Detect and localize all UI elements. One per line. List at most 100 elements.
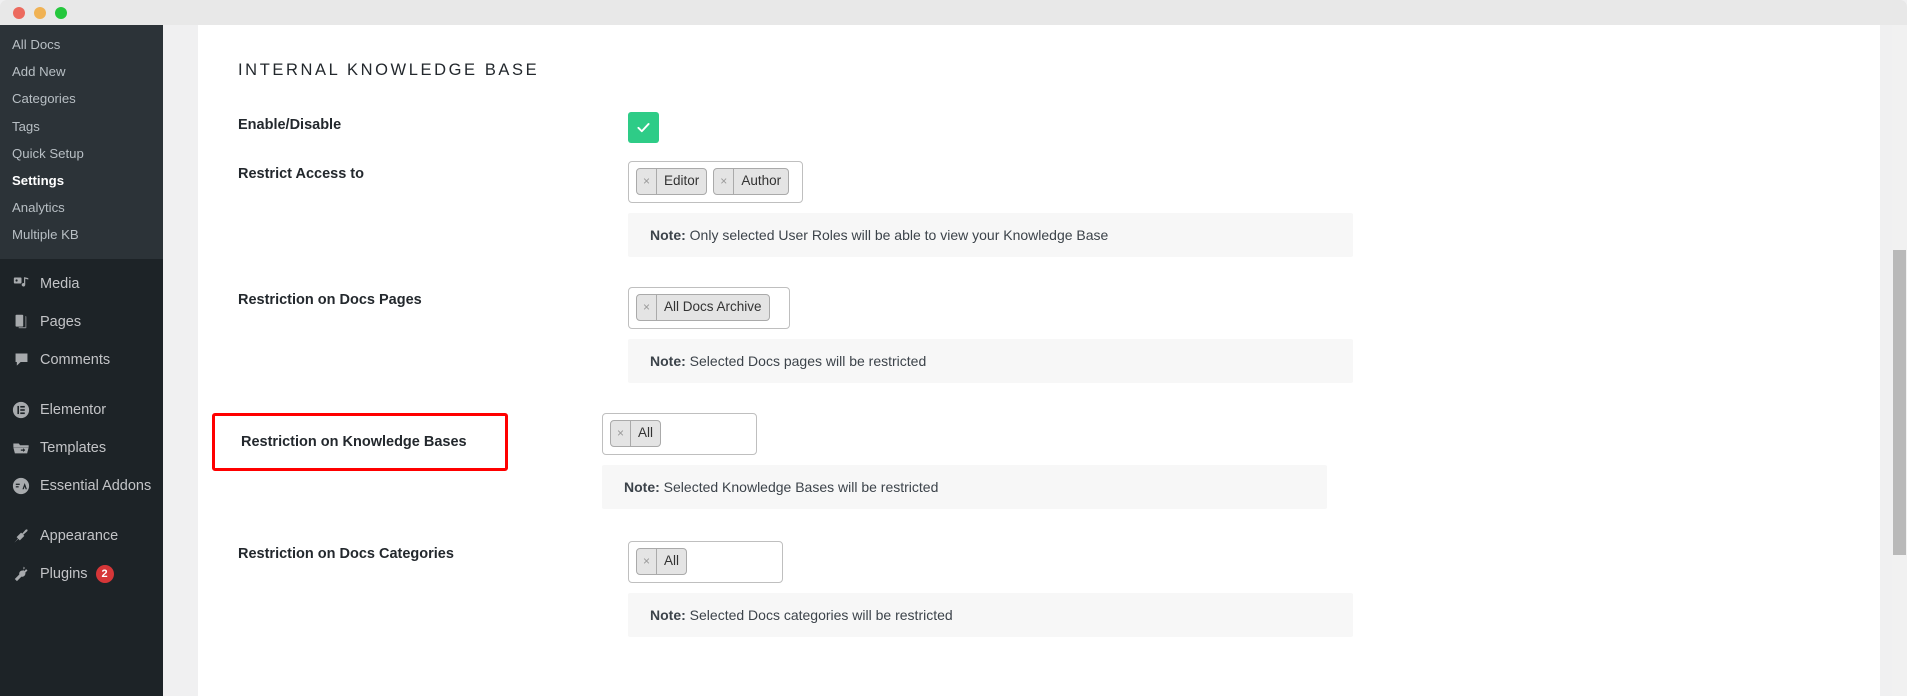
chip-label: All xyxy=(638,425,654,440)
sidebar-item-label: Appearance xyxy=(40,527,119,544)
app-window: All Docs Add New Categories Tags Quick S… xyxy=(0,0,1907,696)
sidebar-item-label: Settings xyxy=(12,173,65,189)
wp-main-menu: Media Pages Comments Elementor Templates… xyxy=(0,259,163,593)
chip-all-docs-archive[interactable]: × All Docs Archive xyxy=(636,294,770,321)
sidebar-item-label: Add New xyxy=(12,64,66,80)
sidebar-item-appearance[interactable]: Appearance xyxy=(0,517,163,555)
enable-disable-checkbox[interactable] xyxy=(628,112,659,143)
chip-author[interactable]: × Author xyxy=(713,168,790,195)
chip-remove-icon[interactable]: × xyxy=(637,169,658,194)
sidebar-item-analytics[interactable]: Analytics xyxy=(0,194,163,221)
chip-all[interactable]: × All xyxy=(610,420,662,447)
chip-remove-icon[interactable]: × xyxy=(637,295,658,320)
chip-remove-icon[interactable]: × xyxy=(611,421,632,446)
chip-label: All Docs Archive xyxy=(664,299,762,314)
field-control xyxy=(628,112,1880,143)
sidebar-item-label: Templates xyxy=(40,439,107,456)
sidebar-item-plugins[interactable]: Plugins 2 xyxy=(0,555,163,593)
field-row-enable-disable: Enable/Disable xyxy=(198,112,1880,143)
sidebar-item-label: Plugins xyxy=(40,565,88,582)
sidebar-item-label: Analytics xyxy=(12,200,65,216)
field-row-docs-categories: Restriction on Docs Categories × All Not… xyxy=(198,541,1880,637)
sidebar-item-quick-setup[interactable]: Quick Setup xyxy=(0,140,163,167)
docs-pages-multiselect[interactable]: × All Docs Archive xyxy=(628,287,790,329)
maximize-window-button[interactable] xyxy=(55,6,67,19)
window-controls xyxy=(13,6,67,19)
pages-icon xyxy=(11,312,31,332)
sidebar-item-add-new[interactable]: Add New xyxy=(0,58,163,85)
content-area: INTERNAL KNOWLEDGE BASE Enable/Disable R… xyxy=(163,25,1907,696)
sidebar-item-label: Multiple KB xyxy=(12,227,79,243)
note-text: Only selected User Roles will be able to… xyxy=(685,227,1109,243)
sidebar-item-tags[interactable]: Tags xyxy=(0,113,163,140)
check-icon xyxy=(637,122,650,133)
plugins-update-badge: 2 xyxy=(95,564,114,583)
sidebar-item-categories[interactable]: Categories xyxy=(0,85,163,112)
comments-icon xyxy=(11,350,31,370)
sidebar-item-label: All Docs xyxy=(12,37,61,52)
menu-divider xyxy=(0,379,163,391)
note-prefix: Note: xyxy=(624,479,660,495)
sidebar-item-comments[interactable]: Comments xyxy=(0,341,163,379)
chip-remove-icon[interactable]: × xyxy=(637,549,658,574)
field-label-highlighted: Restriction on Knowledge Bases xyxy=(212,413,508,471)
field-control: × All Docs Archive Note: Selected Docs p… xyxy=(628,287,1880,383)
note-text: Selected Docs categories will be restric… xyxy=(685,607,953,623)
sidebar-item-elementor[interactable]: Elementor xyxy=(0,391,163,429)
field-label: Restrict Access to xyxy=(238,166,364,182)
sidebar-item-templates[interactable]: Templates xyxy=(0,429,163,467)
field-control: × All Note: Selected Docs categories wil… xyxy=(628,541,1880,637)
note-text: Selected Docs pages will be restricted xyxy=(685,353,927,369)
note-prefix: Note: xyxy=(650,353,686,369)
note-prefix: Note: xyxy=(650,607,686,623)
plugins-icon xyxy=(11,564,31,584)
field-note: Note: Selected Knowledge Bases will be r… xyxy=(602,465,1327,509)
menu-divider xyxy=(0,505,163,517)
field-note: Note: Selected Docs pages will be restri… xyxy=(628,339,1353,383)
settings-card: INTERNAL KNOWLEDGE BASE Enable/Disable R… xyxy=(198,25,1880,696)
chip-label: All xyxy=(664,553,680,568)
sidebar-item-label: Categories xyxy=(12,91,76,107)
field-note: Note: Selected Docs categories will be r… xyxy=(628,593,1353,637)
templates-icon xyxy=(11,438,31,458)
field-row-docs-pages: Restriction on Docs Pages × All Docs Arc… xyxy=(198,287,1880,383)
chip-label: Editor xyxy=(664,173,700,188)
note-text: Selected Knowledge Bases will be restric… xyxy=(659,479,939,495)
chip-label: Author xyxy=(741,173,782,188)
page-scrollbar-thumb[interactable] xyxy=(1893,250,1906,555)
sidebar-item-all-docs[interactable]: All Docs xyxy=(0,31,163,58)
restrict-access-multiselect[interactable]: × Editor × Author xyxy=(628,161,803,203)
sidebar-item-pages[interactable]: Pages xyxy=(0,303,163,341)
sidebar-item-label: Tags xyxy=(12,118,40,134)
sidebar-item-settings[interactable]: Settings xyxy=(0,167,163,194)
knowledge-bases-multiselect[interactable]: × All xyxy=(602,413,757,455)
docs-submenu: All Docs Add New Categories Tags Quick S… xyxy=(0,25,163,259)
sidebar-item-media[interactable]: Media xyxy=(0,265,163,303)
appearance-icon xyxy=(11,526,31,546)
field-row-knowledge-bases: Restriction on Knowledge Bases × All Not… xyxy=(198,413,1880,509)
close-window-button[interactable] xyxy=(13,6,25,19)
window-titlebar xyxy=(0,0,1907,25)
field-control: × All Note: Selected Knowledge Bases wil… xyxy=(602,413,1880,509)
chip-all[interactable]: × All xyxy=(636,548,688,575)
sidebar-item-essential-addons[interactable]: Essential Addons xyxy=(0,467,163,505)
sidebar-item-label: Media xyxy=(40,275,80,292)
field-control: × Editor × Author Note: Only selected Us… xyxy=(628,161,1880,257)
chip-remove-icon[interactable]: × xyxy=(714,169,735,194)
essential-addons-icon xyxy=(11,476,31,496)
field-label: Restriction on Docs Pages xyxy=(238,292,422,308)
sidebar-item-multiple-kb[interactable]: Multiple KB xyxy=(0,221,163,248)
field-row-restrict-access: Restrict Access to × Editor × Author Not… xyxy=(198,161,1880,257)
admin-sidebar: All Docs Add New Categories Tags Quick S… xyxy=(0,25,163,696)
page-scrollbar-track[interactable] xyxy=(1892,25,1907,696)
sidebar-item-label: Comments xyxy=(40,351,111,368)
page-title: INTERNAL KNOWLEDGE BASE xyxy=(238,61,540,79)
field-label: Restriction on Docs Categories xyxy=(238,546,454,562)
docs-categories-multiselect[interactable]: × All xyxy=(628,541,783,583)
field-label: Enable/Disable xyxy=(238,117,342,133)
settings-fields: Enable/Disable Restrict Access to × Edit… xyxy=(198,80,1880,677)
minimize-window-button[interactable] xyxy=(34,6,46,19)
sidebar-item-label: Quick Setup xyxy=(12,145,84,161)
chip-editor[interactable]: × Editor xyxy=(636,168,708,195)
sidebar-item-label: Pages xyxy=(40,313,82,330)
